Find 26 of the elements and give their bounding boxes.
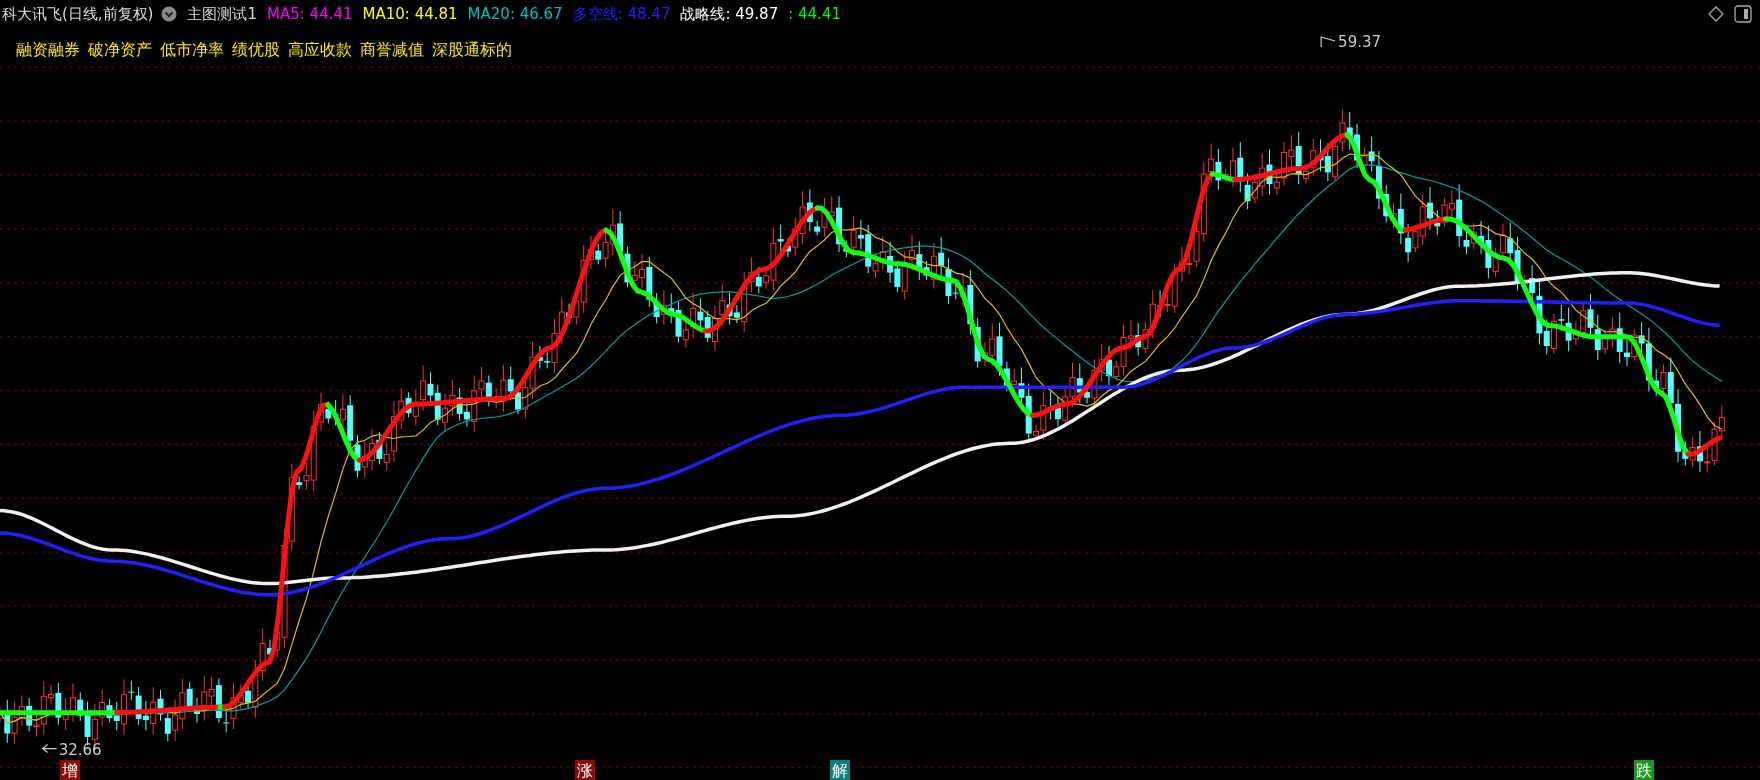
stock-tag: 破净资产 [88,40,152,61]
high-price-label: 59.37 [1338,33,1382,52]
indicator-value: MA5: 44.41 [267,5,353,23]
diamond-icon[interactable] [1708,6,1724,22]
stock-tag: 商誉减值 [360,40,424,61]
indicator-value: 多空线: 48.47 [572,4,671,24]
indicator-value: 战略线: 49.87 [680,4,779,24]
stock-tag: 绩优股 [232,40,280,61]
signal-tag: 涨 [575,760,595,780]
stock-tag: 高应收款 [288,40,352,61]
stock-tag: 深股通标的 [432,40,512,61]
arrow-icon [41,744,58,754]
indicator-value: MA20: 46.67 [467,5,563,23]
indicator-value: MA10: 44.81 [362,5,458,23]
indicator-name[interactable]: 主图测试1 [187,4,258,24]
signal-tag: 跌 [1634,760,1654,780]
signal-tag: 解 [830,760,850,780]
indicator-value: : 44.41 [788,5,841,23]
stock-tag: 融资融券 [16,40,80,61]
leader-line [1320,36,1336,48]
low-price-label: 32.66 [58,740,102,759]
stock-tag: 低市净率 [160,40,224,61]
dropdown-icon[interactable] [161,6,178,22]
stock-title: 科大讯飞(日线,前复权) [2,4,154,24]
panel-toggle-icon[interactable] [1734,5,1752,23]
signal-tag: 增 [60,760,80,780]
